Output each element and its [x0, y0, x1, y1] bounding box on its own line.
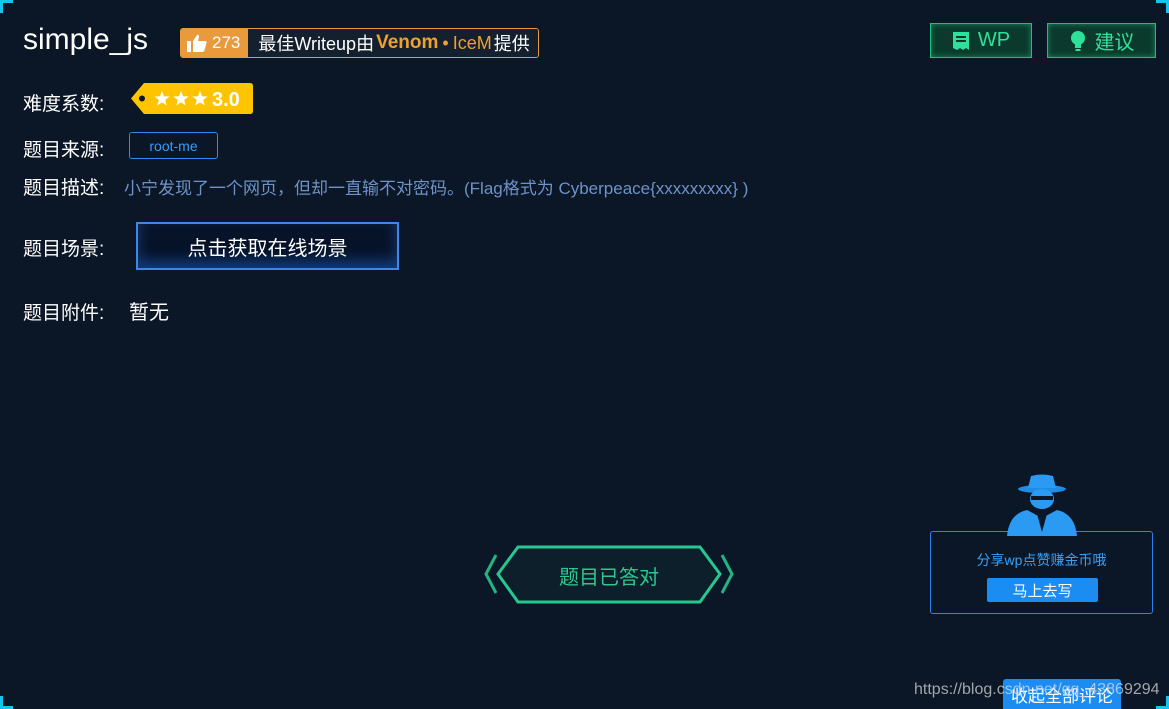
- thumbs-up-icon: [187, 34, 207, 52]
- hacker-avatar-icon: [1007, 474, 1077, 536]
- best-writeup-text: 最佳Writeup由 Venom • IceM 提供: [248, 29, 538, 57]
- promo-text: 分享wp点赞赚金币哦: [976, 552, 1107, 568]
- likes-count: 273: [212, 33, 241, 52]
- likes-counter[interactable]: 273: [181, 29, 249, 57]
- best-writeup-badge[interactable]: 273 最佳Writeup由 Venom • IceM 提供: [180, 28, 539, 58]
- lightbulb-icon: [1070, 30, 1085, 51]
- get-scene-button[interactable]: 点击获取在线场景: [136, 222, 399, 270]
- writeup-author-venom[interactable]: Venom: [376, 32, 438, 54]
- solved-status: 题目已答对: [559, 566, 659, 589]
- watermark-url: https://blog.csdn.net/qq_43869294: [914, 681, 1160, 698]
- writeup-suffix: 提供: [493, 34, 530, 54]
- attachment-label: 题目附件:: [23, 303, 105, 324]
- writeup-separator: •: [442, 32, 449, 53]
- challenge-title: simple_js: [23, 23, 149, 56]
- suggest-button[interactable]: 建议: [1047, 23, 1156, 58]
- wp-button-label: WP: [977, 29, 1011, 51]
- frame-corner-top-left: [0, 0, 13, 13]
- source-label: 题目来源:: [23, 140, 105, 161]
- suggest-button-label: 建议: [1094, 32, 1135, 54]
- wp-button[interactable]: WP: [930, 23, 1032, 58]
- writeup-prefix: 最佳Writeup由: [258, 34, 375, 54]
- write-now-button[interactable]: 马上去写: [987, 578, 1098, 602]
- description-label: 题目描述:: [23, 178, 105, 199]
- description-text: 小宁发现了一个网页，但却一直输不对密码。(Flag格式为 Cyberpeace{…: [124, 179, 749, 198]
- document-icon: [952, 31, 969, 50]
- source-tag[interactable]: root-me: [129, 132, 218, 159]
- scene-label: 题目场景:: [23, 239, 105, 260]
- difficulty-rating-tag: 3.0: [131, 83, 253, 114]
- attachment-value: 暂无: [129, 302, 169, 324]
- frame-corner-top-right: [1156, 0, 1169, 13]
- frame-corner-bottom-left: [0, 696, 13, 709]
- difficulty-value: 3.0: [212, 89, 240, 111]
- difficulty-label: 难度系数:: [23, 94, 105, 115]
- writeup-author-icem[interactable]: IceM: [453, 33, 492, 54]
